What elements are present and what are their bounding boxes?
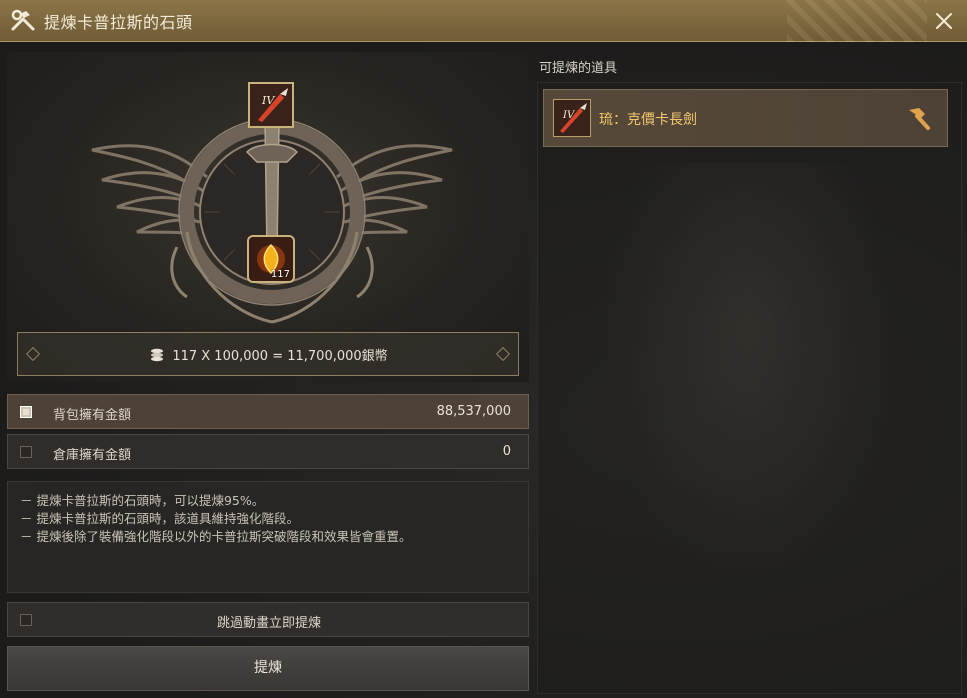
refinable-items-list: IV 琉：克價卡長劍 — [537, 82, 962, 694]
money-amount: 88,537,000 — [436, 404, 511, 419]
list-item[interactable]: IV 琉：克價卡長劍 — [543, 89, 948, 147]
refine-panel: IV 117 117 X 100,000 = 11,700,000銀幣 背包擁有… — [7, 52, 529, 692]
cost-bar: 117 X 100,000 = 11,700,000銀幣 — [17, 332, 519, 376]
refine-window: 提煉卡普拉斯的石頭 IV 117 117 X 100,000 = 11,700,… — [0, 0, 967, 698]
cost-text-wrap: 117 X 100,000 = 11,700,000銀幣 — [18, 345, 520, 364]
stone-count: 117 — [270, 269, 290, 280]
kaplas-stone-slot[interactable]: 117 — [247, 235, 295, 283]
coin-stack-icon — [151, 348, 164, 362]
svg-text:IV: IV — [261, 94, 275, 107]
title-bar: 提煉卡普拉斯的石頭 — [0, 0, 967, 42]
longsword-item-icon: IV — [250, 84, 292, 126]
notes-box: － 提煉卡普拉斯的石頭時，可以提煉95%。 － 提煉卡普拉斯的石頭時，該道具維持… — [7, 481, 529, 593]
money-source-warehouse[interactable]: 倉庫擁有金額 0 — [7, 434, 529, 469]
note-line: － 提煉後除了裝備強化階段以外的卡普拉斯突破階段和效果皆會重置。 — [20, 529, 412, 544]
hammer-icon[interactable] — [903, 104, 931, 132]
money-amount: 0 — [502, 444, 511, 459]
money-label: 背包擁有金額 — [53, 408, 132, 423]
item-icon-frame: IV — [553, 99, 591, 137]
cost-formula: 117 X 100,000 = 11,700,000銀幣 — [172, 349, 388, 364]
refine-button[interactable]: 提煉 — [7, 646, 529, 691]
refinable-items-header: 可提煉的道具 — [539, 61, 618, 76]
item-name: 琉：克價卡長劍 — [599, 112, 697, 128]
longsword-item-icon: IV — [554, 100, 590, 136]
window-title: 提煉卡普拉斯的石頭 — [44, 13, 193, 32]
weapon-slot[interactable]: IV — [248, 82, 294, 128]
note-line: － 提煉卡普拉斯的石頭時，可以提煉95%。 — [20, 493, 265, 508]
warehouse-checkbox[interactable] — [20, 446, 32, 458]
hammer-wrench-icon — [11, 9, 35, 31]
money-source-inventory[interactable]: 背包擁有金額 88,537,000 — [7, 394, 529, 429]
close-icon[interactable] — [929, 6, 959, 36]
svg-text:IV: IV — [562, 110, 576, 121]
note-line: － 提煉卡普拉斯的石頭時，該道具維持強化階段。 — [20, 511, 299, 526]
money-label: 倉庫擁有金額 — [53, 448, 132, 463]
skip-animation-row[interactable]: 跳過動畫立即提煉 — [7, 602, 529, 637]
inventory-checkbox[interactable] — [20, 406, 32, 418]
skip-animation-label: 跳過動畫立即提煉 — [216, 616, 321, 631]
